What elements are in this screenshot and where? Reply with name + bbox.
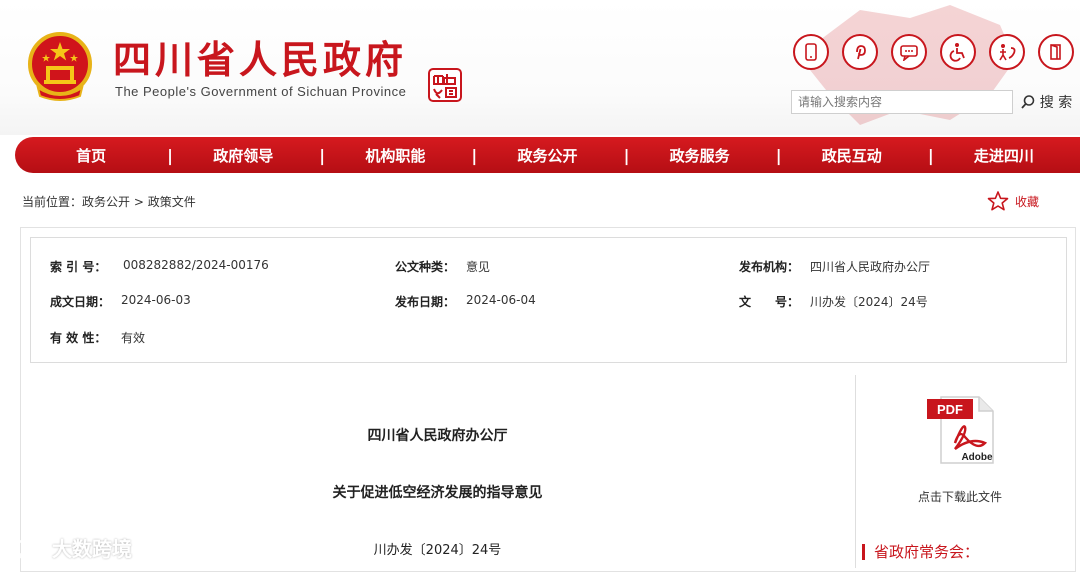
sidebar-section-header: 省政府常务会： xyxy=(862,541,979,562)
search-input[interactable] xyxy=(792,91,1014,113)
article-doc-number: 川办发〔2024〕24号 xyxy=(373,543,502,558)
watermark: 大数跨境 xyxy=(8,533,132,562)
publish-date-value: 2024-06-04 xyxy=(466,293,536,307)
section-marker xyxy=(862,543,865,560)
download-link[interactable]: 点击下载此文件 xyxy=(900,488,1020,505)
article-issuer: 四川省人民政府办公厅 xyxy=(367,428,508,444)
nav-item-home[interactable]: 首页 xyxy=(15,145,167,166)
doc-type-value: 意见 xyxy=(466,260,491,274)
pinterest-icon[interactable] xyxy=(842,34,878,70)
pdf-badge: PDF xyxy=(937,402,963,417)
publish-date-label: 发布日期： xyxy=(395,295,456,309)
site-header: 四川省人民政府 The People's Government of Sichu… xyxy=(0,0,1080,135)
favorite-button[interactable]: 收藏 xyxy=(987,190,1039,212)
doc-number-value: 川办发〔2024〕24号 xyxy=(810,295,928,309)
document-info-box: 索 引 号： 008282882/2024-00176 公文种类： 意见 发布机… xyxy=(30,237,1067,363)
nav-item-services[interactable]: 政务服务 xyxy=(624,145,776,166)
issuing-org-label: 发布机构： xyxy=(739,260,800,274)
star-icon xyxy=(987,191,1009,211)
elder-care-icon[interactable] xyxy=(989,34,1025,70)
index-number-label: 索 引 号： xyxy=(50,260,107,274)
breadcrumb: 当前位置：政务公开 > 政策文件 xyxy=(22,193,196,210)
nav-item-functions[interactable]: 机构职能 xyxy=(319,145,471,166)
issuing-org-value: 四川省人民政府办公厅 xyxy=(810,260,931,274)
breadcrumb-separator: > xyxy=(133,195,144,209)
index-number-value: 008282882/2024-00176 xyxy=(123,258,269,272)
accessibility-icon[interactable] xyxy=(940,34,976,70)
breadcrumb-item-policy-docs[interactable]: 政策文件 xyxy=(148,195,196,209)
national-emblem-icon xyxy=(28,32,92,101)
site-title[interactable]: 四川省人民政府 xyxy=(113,36,407,84)
sidebar-section-title[interactable]: 省政府常务会： xyxy=(874,541,979,562)
main-nav: 首页 | 政府领导 | 机构职能 | 政务公开 | 政务服务 | 政民互动 | … xyxy=(15,137,1080,173)
favorite-label: 收藏 xyxy=(1015,194,1040,209)
doc-number-label: 文 号： xyxy=(739,295,800,309)
article-title: 关于促进低空经济发展的指导意见 xyxy=(332,485,543,501)
nav-item-leaders[interactable]: 政府领导 xyxy=(167,145,319,166)
watermark-logo-icon xyxy=(9,539,41,559)
validity-label: 有 效 性： xyxy=(50,331,107,345)
pdf-brand: Adobe xyxy=(961,452,993,463)
chat-icon[interactable] xyxy=(891,34,927,70)
search-button[interactable]: 搜 索 xyxy=(1015,90,1077,114)
doc-type-label: 公文种类： xyxy=(395,260,456,274)
validity-value: 有效 xyxy=(121,331,146,345)
quick-icons xyxy=(793,34,1074,70)
watermark-text: 大数跨境 xyxy=(52,537,132,561)
breadcrumb-prefix: 当前位置： xyxy=(22,195,83,209)
search-button-label: 搜 索 xyxy=(1039,95,1073,111)
site-subtitle: The People's Government of Sichuan Provi… xyxy=(115,84,407,99)
phone-icon[interactable] xyxy=(793,34,829,70)
created-date-label: 成文日期： xyxy=(50,295,111,309)
nav-item-interaction[interactable]: 政民互动 xyxy=(776,145,928,166)
column-divider xyxy=(855,375,856,568)
breadcrumb-item-public-affairs[interactable]: 政务公开 xyxy=(82,195,130,209)
sichuan-seal-icon xyxy=(428,68,462,102)
nav-item-about-sichuan[interactable]: 走进四川 xyxy=(928,145,1080,166)
nav-item-public-affairs[interactable]: 政务公开 xyxy=(471,145,623,166)
pdf-icon[interactable]: PDF Adobe xyxy=(925,393,997,465)
exit-icon[interactable] xyxy=(1038,34,1074,70)
created-date-value: 2024-06-03 xyxy=(121,293,191,307)
search-icon xyxy=(1021,95,1035,109)
search-box xyxy=(791,90,1014,114)
